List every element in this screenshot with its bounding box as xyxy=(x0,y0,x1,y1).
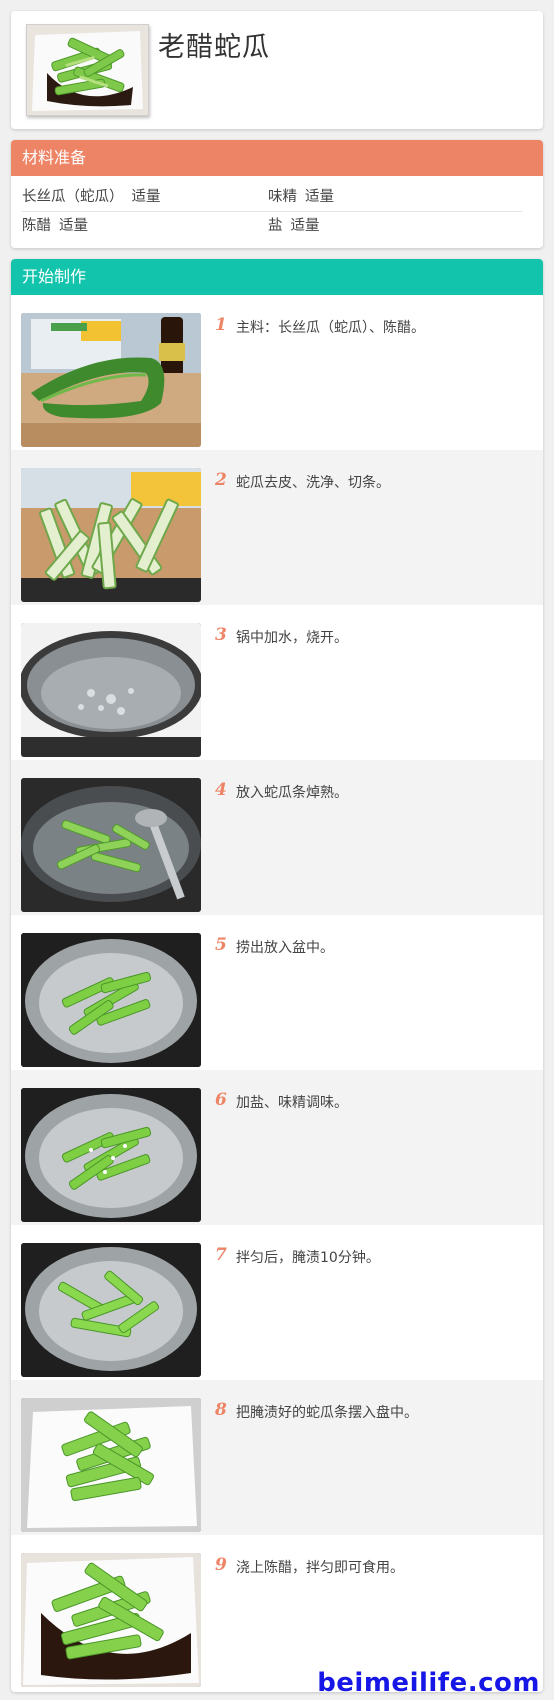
ingredient-row: 陈醋 适量 盐适量 xyxy=(22,212,522,240)
step-description: 把腌渍好的蛇瓜条摆入盘中。 xyxy=(236,1405,418,1421)
site-watermark: beimeilife.com xyxy=(317,1668,540,1698)
vinegar-dish-photo[interactable] xyxy=(21,1553,201,1687)
step-description: 浇上陈醋，拌匀即可食用。 xyxy=(236,1560,404,1576)
step-description: 蛇瓜去皮、洗净、切条。 xyxy=(236,475,390,491)
step-number: 8 xyxy=(215,1400,227,1420)
step-description: 放入蛇瓜条焯熟。 xyxy=(236,785,348,801)
steps-card: 开始制作 1 主料：长丝瓜（蛇瓜）、陈醋。 2 蛇瓜去皮、洗净、切条。 3 锅中… xyxy=(11,259,543,1692)
ingredients-card: 材料准备 长丝瓜（蛇瓜） 适量 味精 适量 陈醋 适量 盐适量 xyxy=(11,140,543,248)
step-description: 捞出放入盆中。 xyxy=(236,940,334,956)
plated-strips-photo[interactable] xyxy=(21,1398,201,1532)
raw-snake-gourd-photo[interactable] xyxy=(21,313,201,447)
ingredient-name: 陈醋 xyxy=(22,218,51,234)
finished-dish-thumbnail[interactable] xyxy=(26,24,149,116)
ingredient-amount: 适量 xyxy=(131,189,161,205)
step-item: 9 浇上陈醋，拌匀即可食用。 xyxy=(11,1535,543,1690)
step-number: 9 xyxy=(215,1555,227,1575)
ingredients-heading: 材料准备 xyxy=(11,140,543,176)
step-item: 5 捞出放入盆中。 xyxy=(11,915,543,1070)
recipe-header-card: 老醋蛇瓜 xyxy=(11,11,543,129)
step-description: 锅中加水，烧开。 xyxy=(236,630,348,646)
ingredient-amount: 适量 xyxy=(59,218,88,234)
step-item: 4 放入蛇瓜条焯熟。 xyxy=(11,760,543,915)
ingredient-amount: 适量 xyxy=(290,218,320,234)
step-item: 2 蛇瓜去皮、洗净、切条。 xyxy=(11,450,543,605)
ingredient-item: 盐适量 xyxy=(268,212,320,240)
step-number: 7 xyxy=(215,1245,227,1265)
step-number: 6 xyxy=(215,1090,227,1110)
step-item: 3 锅中加水，烧开。 xyxy=(11,605,543,760)
steps-heading: 开始制作 xyxy=(11,259,543,295)
step-number: 1 xyxy=(215,315,227,335)
recipe-page: 老醋蛇瓜 材料准备 长丝瓜（蛇瓜） 适量 味精 适量 陈醋 适量 盐适量 开始制作 xyxy=(0,0,554,1700)
step-number: 3 xyxy=(215,625,227,645)
bowl-strips-photo[interactable] xyxy=(21,933,201,1067)
ingredient-name: 盐 xyxy=(268,218,283,234)
ingredient-item: 长丝瓜（蛇瓜） 适量 xyxy=(22,183,161,211)
seasoning-photo[interactable] xyxy=(21,1088,201,1222)
ingredient-name: 长丝瓜（蛇瓜） xyxy=(22,189,124,205)
ingredient-amount: 适量 xyxy=(305,189,334,205)
ingredient-item: 陈醋 适量 xyxy=(22,212,88,240)
step-item: 8 把腌渍好的蛇瓜条摆入盘中。 xyxy=(11,1380,543,1535)
ingredient-name: 味精 xyxy=(268,189,297,205)
cut-strips-photo[interactable] xyxy=(21,468,201,602)
blanching-photo[interactable] xyxy=(21,778,201,912)
step-number: 2 xyxy=(215,470,227,490)
step-description: 加盐、味精调味。 xyxy=(236,1095,348,1111)
step-description: 拌匀后，腌渍10分钟。 xyxy=(236,1250,380,1266)
step-item: 1 主料：长丝瓜（蛇瓜）、陈醋。 xyxy=(11,295,543,450)
step-item: 7 拌匀后，腌渍10分钟。 xyxy=(11,1225,543,1380)
step-number: 4 xyxy=(215,780,227,800)
step-number: 5 xyxy=(215,935,227,955)
recipe-title: 老醋蛇瓜 xyxy=(158,32,270,63)
marinating-photo[interactable] xyxy=(21,1243,201,1377)
ingredient-item: 味精 适量 xyxy=(268,183,334,211)
ingredient-row: 长丝瓜（蛇瓜） 适量 味精 适量 xyxy=(22,183,522,212)
boiling-water-photo[interactable] xyxy=(21,623,201,757)
step-description: 主料：长丝瓜（蛇瓜）、陈醋。 xyxy=(236,320,425,336)
step-item: 6 加盐、味精调味。 xyxy=(11,1070,543,1225)
